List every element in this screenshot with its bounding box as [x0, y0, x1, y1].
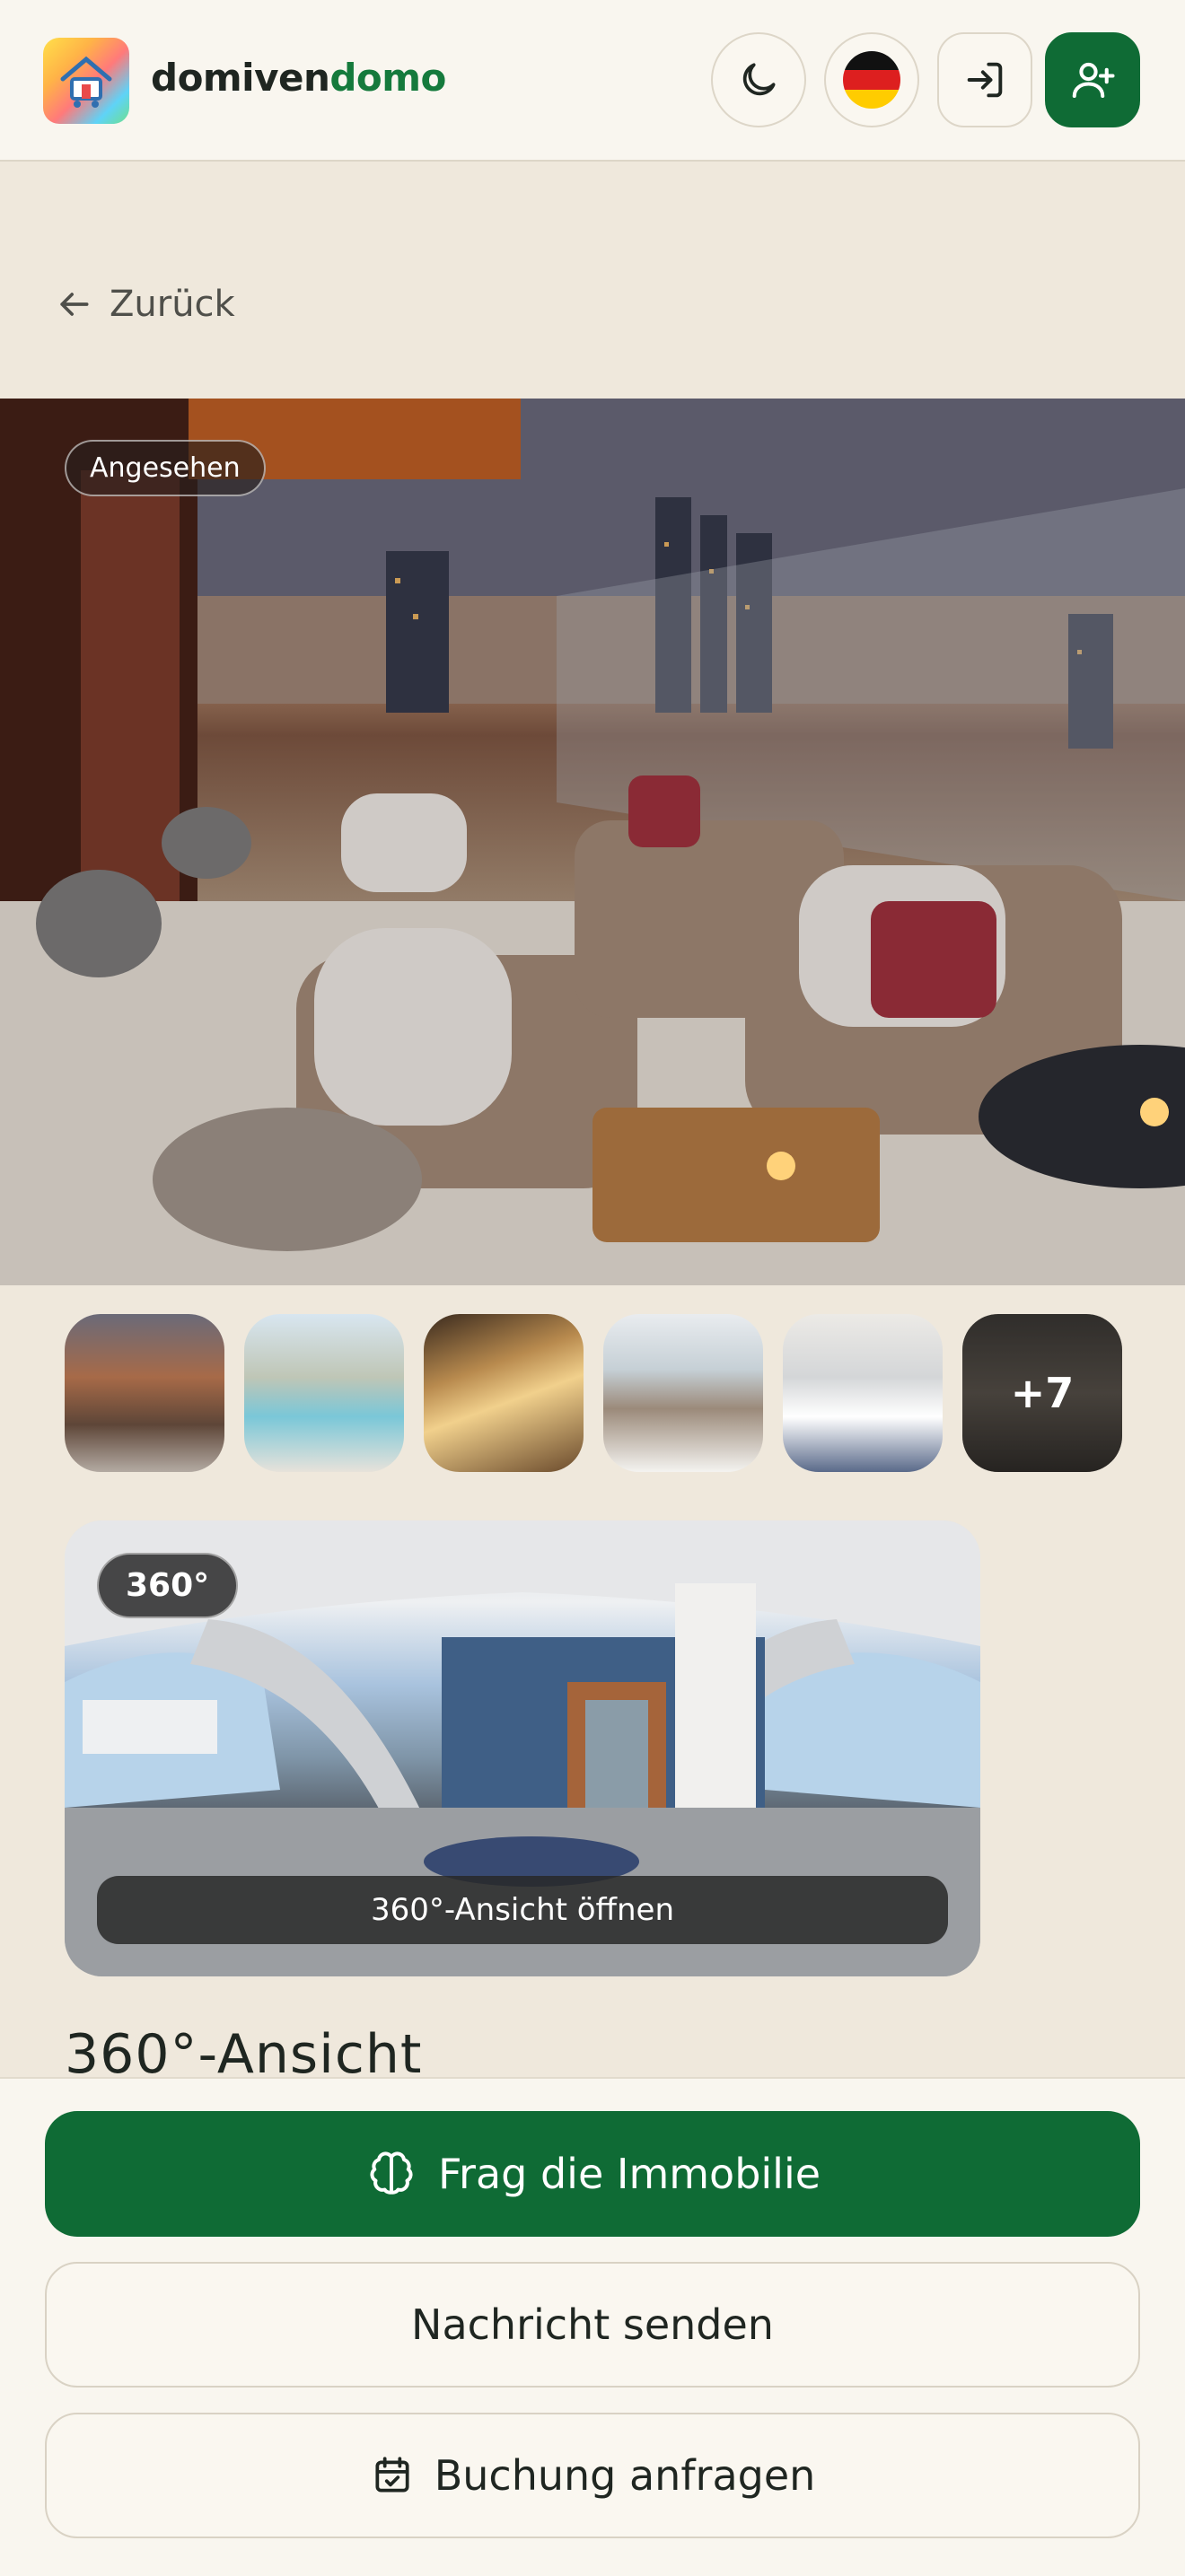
ask-property-label: Frag die Immobilie: [437, 2150, 821, 2198]
arrow-left-icon: [60, 293, 89, 316]
logo-icon[interactable]: [43, 38, 129, 124]
login-button[interactable]: [937, 32, 1032, 127]
calendar-check-icon: [375, 2457, 409, 2493]
register-button[interactable]: [1045, 32, 1140, 127]
thumbnail-2[interactable]: [244, 1314, 404, 1472]
request-booking-label: Buchung anfragen: [434, 2451, 816, 2500]
panorama-preview[interactable]: 360° 360°-Ansicht öffnen: [65, 1520, 980, 1976]
thumbnail-4[interactable]: [603, 1314, 763, 1472]
panorama-360-badge: 360°: [97, 1553, 239, 1618]
thumbnail-3[interactable]: [424, 1314, 584, 1472]
ask-property-button[interactable]: Frag die Immobilie: [45, 2111, 1140, 2237]
app-header: domivendomo: [0, 0, 1185, 162]
brand-part-1: domiven: [151, 56, 330, 100]
theme-toggle-button[interactable]: [711, 32, 806, 127]
brain-icon: [370, 2151, 413, 2195]
login-icon: [967, 62, 1003, 98]
thumbnail-strip: +7: [65, 1314, 1122, 1472]
viewed-badge: Angesehen: [65, 440, 266, 496]
send-message-button[interactable]: Nachricht senden: [45, 2262, 1140, 2388]
thumbnail-more[interactable]: +7: [962, 1314, 1122, 1472]
language-button[interactable]: [824, 32, 919, 127]
open-360-view-button[interactable]: 360°-Ansicht öffnen: [97, 1876, 948, 1944]
german-flag-icon: [843, 51, 900, 109]
terrace-photo: [0, 399, 1185, 1285]
send-message-label: Nachricht senden: [411, 2300, 774, 2349]
add-user-icon: [1072, 62, 1115, 99]
brand-name[interactable]: domivendomo: [151, 56, 446, 100]
back-label: Zurück: [110, 284, 235, 325]
moon-icon: [742, 63, 776, 96]
brand-part-2: domo: [329, 56, 446, 100]
request-booking-button[interactable]: Buchung anfragen: [45, 2413, 1140, 2538]
more-photos-count: +7: [962, 1314, 1122, 1472]
thumbnail-5[interactable]: [783, 1314, 943, 1472]
main-photo[interactable]: [0, 399, 1185, 1285]
back-link[interactable]: Zurück: [54, 284, 235, 325]
thumbnail-1[interactable]: [65, 1314, 224, 1472]
